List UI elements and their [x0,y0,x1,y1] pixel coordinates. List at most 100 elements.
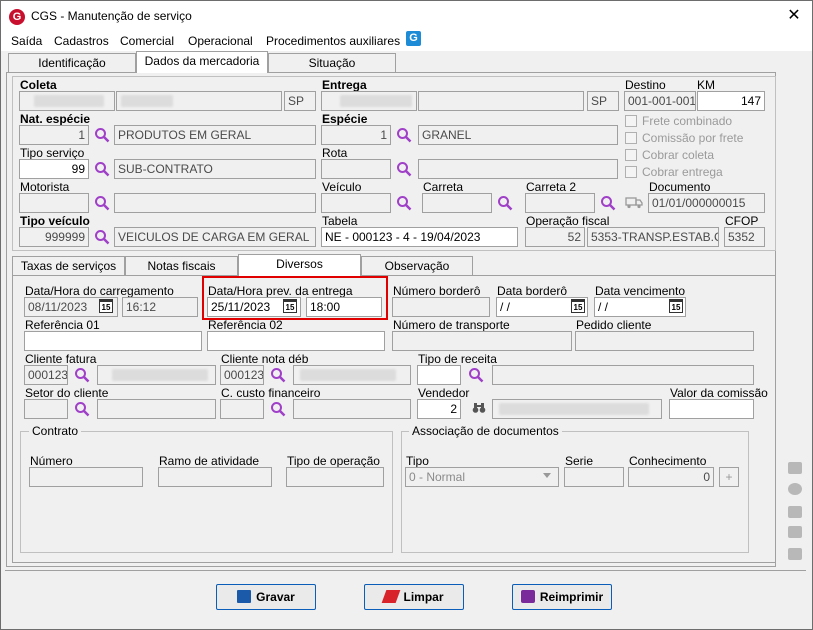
setor-cliente-desc-field [97,399,216,419]
menu-operacional[interactable]: Operacional [188,34,253,48]
especie-code-field[interactable]: 1 [321,125,391,145]
frete-combinado-checkbox[interactable] [625,115,637,127]
assoc-tipo-select[interactable]: 0 - Normal [405,467,559,487]
menu-procedimentos[interactable]: Procedimentos auxiliares [266,34,400,48]
nat-especie-code-field[interactable]: 1 [19,125,89,145]
referencia01-field[interactable] [24,331,202,351]
referencia02-label: Referência 02 [208,318,283,332]
nat-especie-search-icon[interactable] [94,127,110,143]
comissao-frete-checkbox[interactable] [625,132,637,144]
vendedor-code-field[interactable]: 2 [417,399,461,419]
veiculo-field[interactable] [321,193,391,213]
menu-comercial[interactable]: Comercial [120,34,174,48]
carreta-field[interactable] [422,193,492,213]
side-tool-icon[interactable] [788,548,802,560]
carreta2-search-icon[interactable] [600,195,616,211]
reimprimir-label: Reimprimir [539,590,604,604]
bottom-separator [5,570,806,571]
entrega-uf-field: SP [587,91,619,111]
tab-diversos[interactable]: Diversos [238,254,361,276]
km-field[interactable]: 147 [697,91,765,111]
side-hand-icon[interactable] [788,506,802,518]
tab-taxas-servicos[interactable]: Taxas de serviços [12,256,125,276]
veiculo-search-icon[interactable] [396,195,412,211]
destino-label: Destino [625,78,666,92]
tipo-receita-code-field[interactable] [417,365,461,385]
entrega-code-field [321,91,417,111]
tab-dados-mercadoria[interactable]: Dados da mercadoria [136,51,268,73]
nat-especie-label: Nat. espécie [20,112,91,126]
tipo-servico-code-field[interactable]: 99 [19,159,89,179]
data-prev-entrega-label: Data/Hora prev. da entrega [208,284,353,298]
centro-custo-search-icon[interactable] [270,401,286,417]
tipo-veiculo-search-icon[interactable] [94,229,110,245]
cliente-nota-deb-name-field [293,365,411,385]
data-prev-entrega-calendar-icon[interactable]: 15 [283,299,297,313]
rota-code-field[interactable] [321,159,391,179]
operacao-fiscal-code-field: 52 [525,227,585,247]
numero-transporte-field[interactable] [392,331,572,351]
data-vencimento-calendar-icon[interactable]: 15 [669,299,683,313]
cfop-label: CFOP [725,214,759,228]
motorista-search-icon[interactable] [94,195,110,211]
especie-search-icon[interactable] [396,127,412,143]
cobrar-coleta-checkbox[interactable] [625,149,637,161]
side-circle-icon[interactable] [788,483,802,495]
setor-cliente-code-field[interactable] [24,399,68,419]
tipo-operacao-field [286,467,384,487]
hora-prev-entrega-field[interactable]: 18:00 [306,297,382,317]
hora-carregamento-field: 16:12 [122,297,198,317]
pedido-cliente-field[interactable] [575,331,754,351]
tipo-servico-desc-field: SUB-CONTRATO [114,159,316,179]
valor-comissao-field[interactable] [669,399,754,419]
tipo-veiculo-code-field[interactable]: 999999 [19,227,89,247]
data-carregamento-calendar-icon[interactable]: 15 [99,299,113,313]
carreta-search-icon[interactable] [497,195,513,211]
rota-label: Rota [322,146,348,160]
tipo-receita-search-icon[interactable] [468,367,484,383]
rota-search-icon[interactable] [396,161,412,177]
centro-custo-desc-field [293,399,411,419]
data-bordero-calendar-icon[interactable]: 15 [571,299,585,313]
tipo-servico-search-icon[interactable] [94,161,110,177]
cobrar-entrega-checkbox[interactable] [625,166,637,178]
tab-situacao[interactable]: Situação [268,53,396,73]
tabela-field[interactable]: NE - 000123 - 4 - 19/04/2023 [321,227,518,247]
referencia02-field[interactable] [207,331,385,351]
cliente-nota-deb-code-field[interactable]: 000123 [220,365,264,385]
tipo-receita-label: Tipo de receita [418,352,497,366]
limpar-button[interactable]: Limpar [364,584,464,610]
add-icon[interactable]: + [719,467,739,487]
title-bar: G CGS - Manutenção de serviço ✕ [1,1,812,31]
numero-bordero-field[interactable] [392,297,490,317]
side-cigt-icon[interactable] [788,462,802,474]
tab-identificacao[interactable]: Identificação [8,53,136,73]
close-icon[interactable]: ✕ [781,5,807,27]
motorista-code-field[interactable] [19,193,89,213]
tab-observacao[interactable]: Observação [361,256,473,276]
setor-cliente-search-icon[interactable] [74,401,90,417]
centro-custo-code-field[interactable] [220,399,264,419]
gravar-label: Gravar [256,590,295,604]
assoc-serie-label: Serie [565,454,594,468]
side-bag-icon[interactable] [788,526,802,538]
gravar-button[interactable]: Gravar [216,584,316,610]
menu-saida[interactable]: Saída [11,34,42,48]
cliente-fatura-code-field[interactable]: 000123 [24,365,68,385]
carreta2-field[interactable] [525,193,595,213]
menu-app-icon[interactable]: G [406,31,421,46]
cliente-fatura-search-icon[interactable] [74,367,90,383]
numero-transporte-label: Número de transporte [393,318,510,332]
carreta-label: Carreta [423,180,464,194]
tab-notas-fiscais[interactable]: Notas fiscais [125,256,238,276]
especie-label: Espécie [322,112,368,126]
reimprimir-button[interactable]: Reimprimir [512,584,612,610]
tabela-label: Tabela [322,214,358,228]
coleta-name-field [116,91,282,111]
printer-icon [520,590,535,603]
data-carregamento-label: Data/Hora do carregamento [25,284,174,298]
cliente-nota-deb-search-icon[interactable] [270,367,286,383]
menu-cadastros[interactable]: Cadastros [54,34,109,48]
tipo-receita-desc-field [492,365,754,385]
binoculars-icon[interactable] [472,402,486,414]
